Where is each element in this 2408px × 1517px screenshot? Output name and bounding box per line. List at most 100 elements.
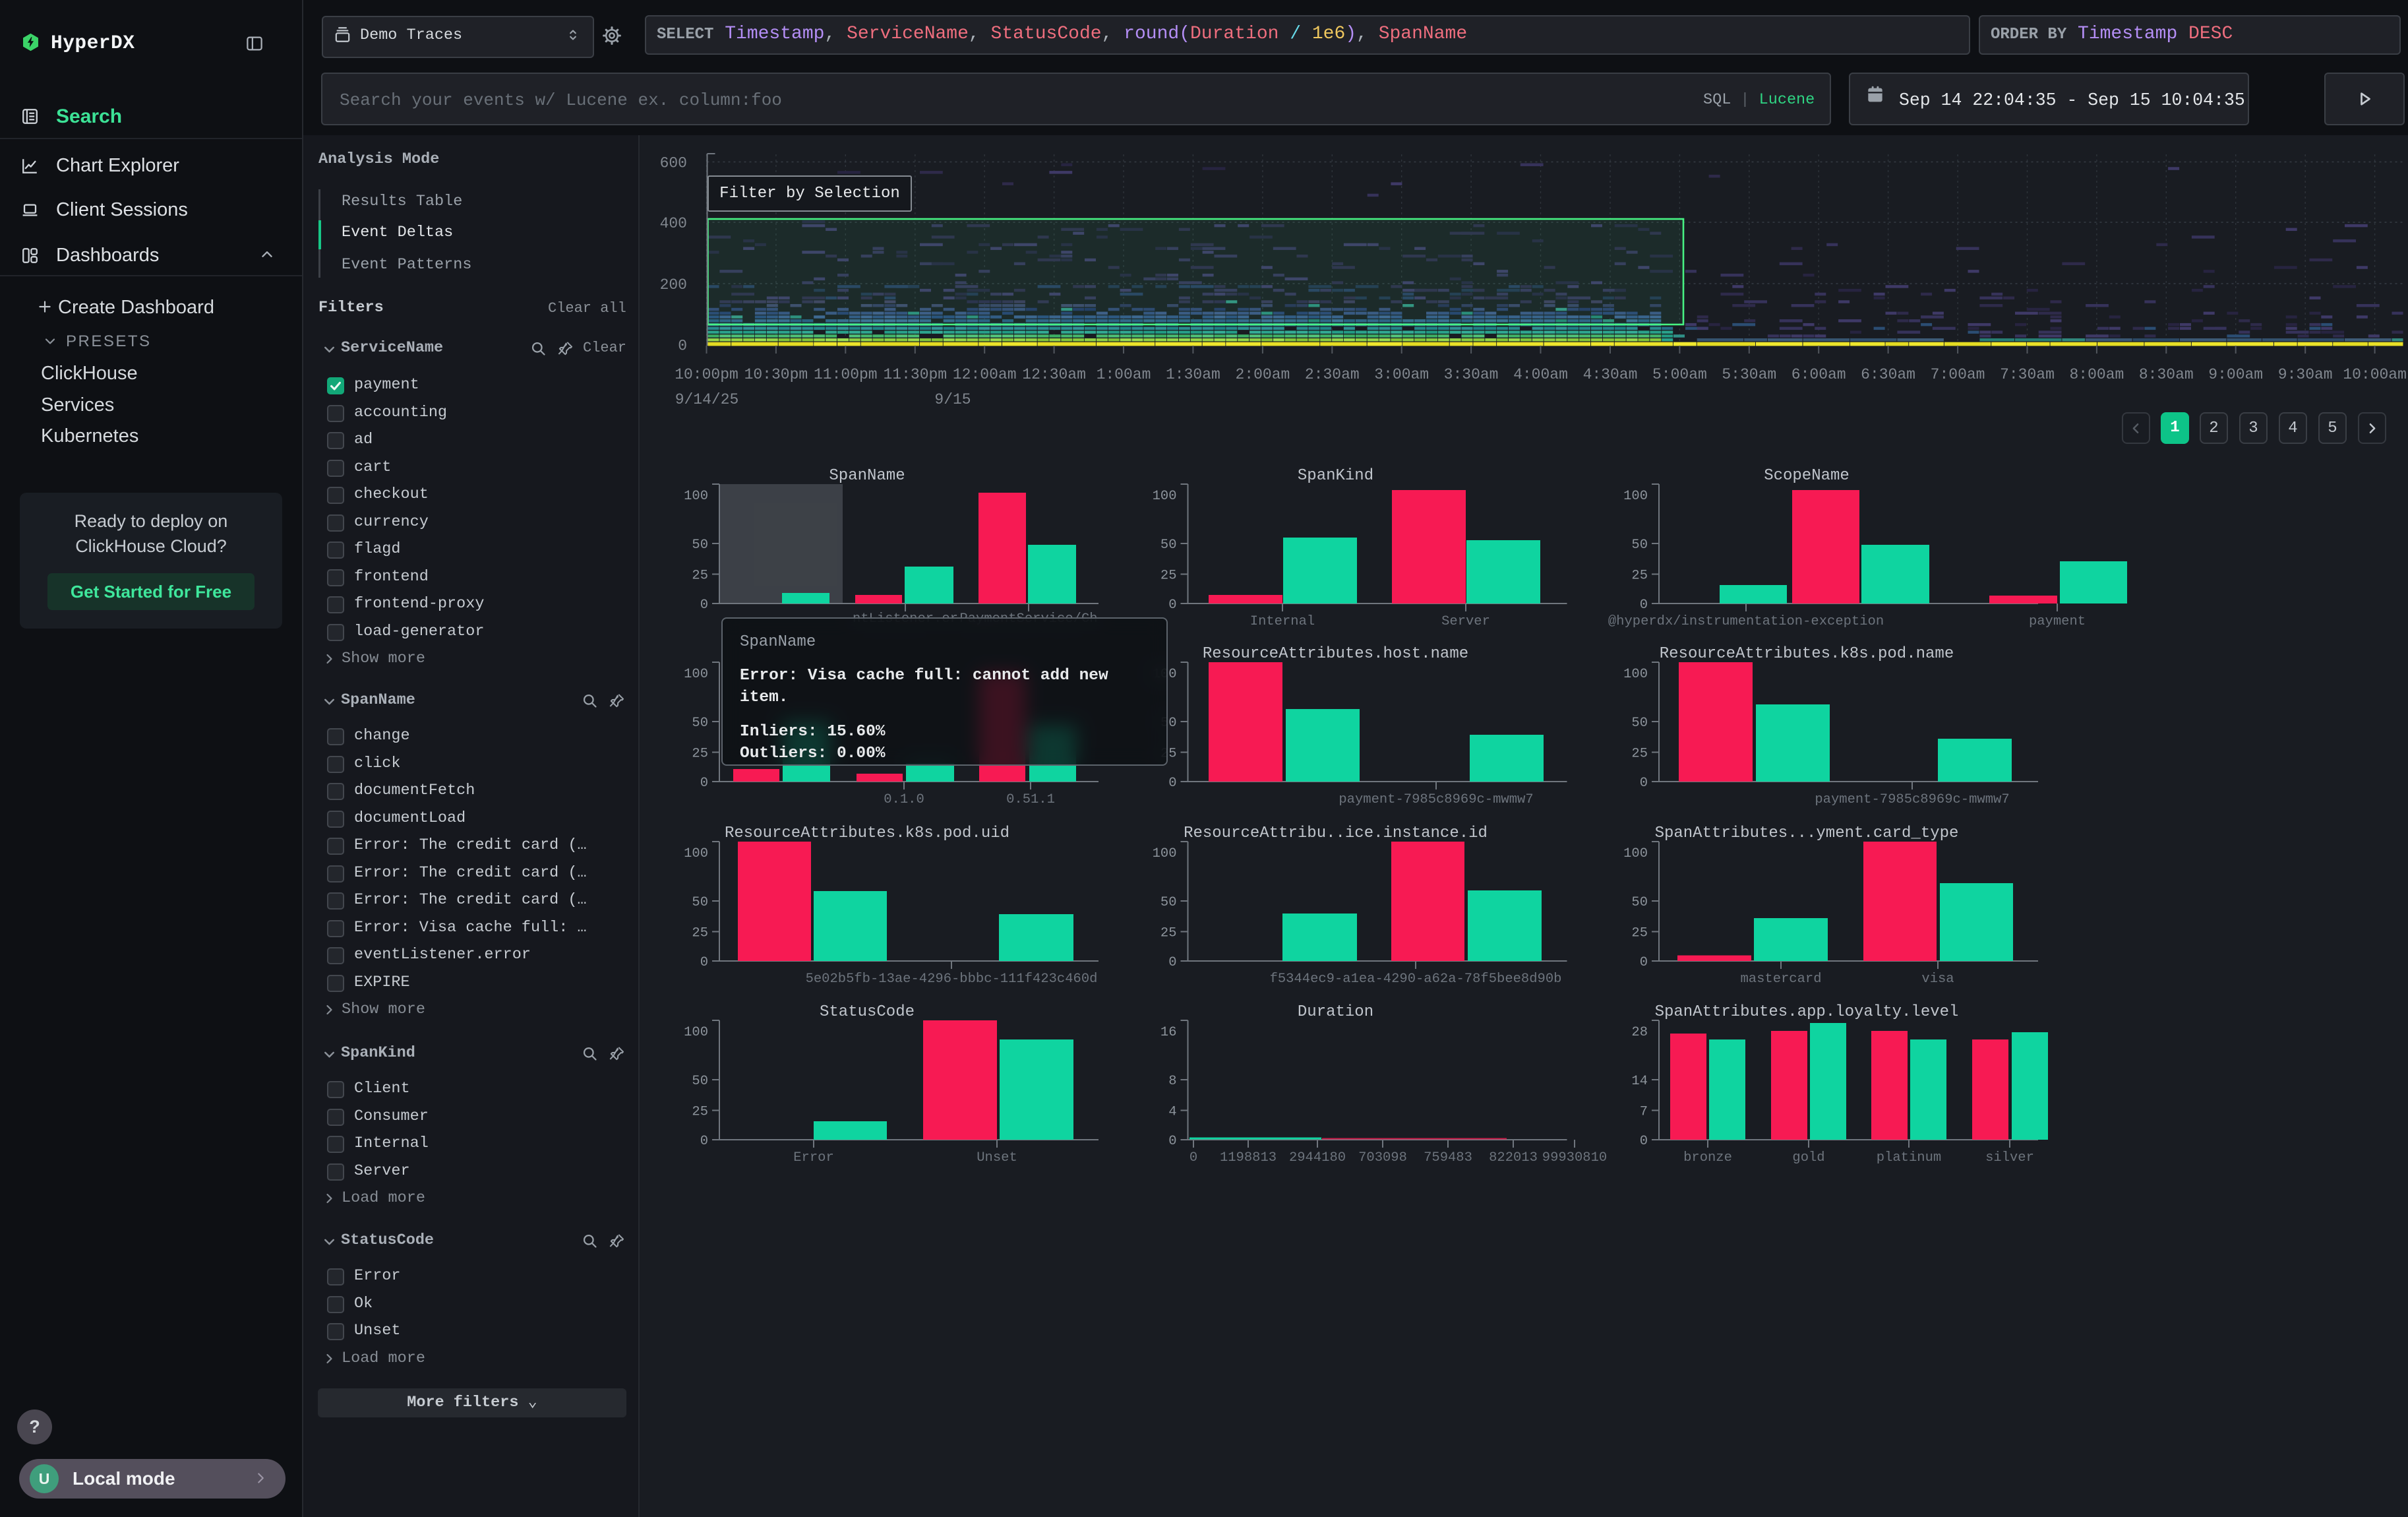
svg-text:4:30am: 4:30am [1583, 366, 1638, 383]
svg-text:10:00am: 10:00am [2343, 366, 2407, 383]
svg-text:50: 50 [692, 538, 708, 553]
svg-text:28: 28 [1631, 1025, 1648, 1040]
svg-text:9/14/25: 9/14/25 [675, 391, 739, 408]
svg-text:5:00am: 5:00am [1652, 366, 1707, 383]
svg-text:50: 50 [1160, 538, 1177, 553]
svg-text:50: 50 [1160, 895, 1177, 910]
svg-text:Error: Error [793, 1150, 834, 1165]
svg-text:25: 25 [692, 926, 708, 941]
svg-text:14: 14 [1631, 1074, 1648, 1089]
svg-text:2:30am: 2:30am [1305, 366, 1360, 383]
svg-text:400: 400 [660, 215, 687, 232]
svg-text:10:00pm: 10:00pm [675, 366, 738, 383]
svg-text:25: 25 [1631, 569, 1648, 584]
svg-text:StatusCode: StatusCode [820, 1003, 915, 1021]
svg-text:0: 0 [1189, 1150, 1197, 1165]
svg-text:0: 0 [1168, 776, 1176, 791]
svg-text:100: 100 [684, 489, 708, 504]
svg-text:100: 100 [1623, 667, 1648, 682]
svg-text:silver: silver [1985, 1150, 2034, 1165]
svg-text:4: 4 [1168, 1105, 1176, 1120]
svg-text:0.51.1: 0.51.1 [1006, 792, 1055, 807]
svg-text:12:00am: 12:00am [953, 366, 1017, 383]
svg-text:2:00am: 2:00am [1235, 366, 1290, 383]
svg-text:SpanName: SpanName [829, 467, 905, 485]
svg-text:100: 100 [1153, 489, 1177, 504]
svg-text:1:00am: 1:00am [1097, 366, 1151, 383]
svg-text:@hyperdx/instrumentation-excep: @hyperdx/instrumentation-exception [1608, 614, 1884, 629]
svg-text:0: 0 [700, 598, 708, 613]
svg-text:600: 600 [660, 155, 687, 172]
svg-text:payment-7985c8969c-mwmw7: payment-7985c8969c-mwmw7 [1815, 792, 2009, 807]
svg-text:SpanKind: SpanKind [1298, 467, 1373, 485]
svg-text:25: 25 [692, 569, 708, 584]
svg-text:9:00am: 9:00am [2208, 366, 2263, 383]
svg-text:25: 25 [692, 747, 708, 762]
svg-text:7: 7 [1640, 1105, 1648, 1120]
svg-text:Duration: Duration [1298, 1003, 1373, 1021]
svg-text:9/15: 9/15 [934, 391, 971, 408]
svg-text:100: 100 [684, 1025, 708, 1040]
svg-text:gold: gold [1792, 1150, 1824, 1165]
svg-text:50: 50 [692, 895, 708, 910]
svg-text:100: 100 [684, 667, 708, 682]
svg-text:6:30am: 6:30am [1861, 366, 1915, 383]
svg-text:SpanAttributes.app.loyalty.lev: SpanAttributes.app.loyalty.level [1655, 1003, 1959, 1021]
svg-text:0: 0 [1168, 955, 1176, 970]
svg-text:25: 25 [1631, 747, 1648, 762]
svg-text:payment: payment [2029, 614, 2086, 629]
svg-text:Server: Server [1441, 614, 1490, 629]
svg-text:100: 100 [1153, 846, 1177, 861]
svg-text:ScopeName: ScopeName [1764, 467, 1850, 485]
svg-text:0: 0 [1168, 1134, 1176, 1149]
svg-text:ResourceAttribu..ice.instance.: ResourceAttribu..ice.instance.id [1184, 824, 1488, 842]
svg-text:8:00am: 8:00am [2069, 366, 2124, 383]
svg-text:5e02b5fb-13ae-4296-bbbc-111f42: 5e02b5fb-13ae-4296-bbbc-111f423c460d [806, 972, 1098, 987]
svg-text:0: 0 [1168, 598, 1176, 613]
svg-text:703098: 703098 [1358, 1150, 1407, 1165]
svg-text:0: 0 [700, 776, 708, 791]
svg-text:bronze: bronze [1683, 1150, 1732, 1165]
svg-text:25: 25 [1631, 926, 1648, 941]
svg-text:9:30am: 9:30am [2278, 366, 2333, 383]
svg-text:ResourceAttributes.k8s.pod.nam: ResourceAttributes.k8s.pod.name [1660, 645, 1954, 663]
svg-text:7:00am: 7:00am [1931, 366, 1985, 383]
svg-text:50: 50 [692, 1074, 708, 1089]
svg-text:Unset: Unset [977, 1150, 1017, 1165]
svg-text:10:30pm: 10:30pm [744, 366, 808, 383]
svg-text:2944180: 2944180 [1289, 1150, 1346, 1165]
svg-text:0.1.0: 0.1.0 [884, 792, 924, 807]
svg-text:0: 0 [700, 1134, 708, 1149]
svg-text:100: 100 [1623, 846, 1648, 861]
svg-text:5:30am: 5:30am [1722, 366, 1776, 383]
svg-text:f5344ec9-a1ea-4290-a62a-78f5be: f5344ec9-a1ea-4290-a62a-78f5bee8d90b [1270, 972, 1562, 987]
svg-text:100: 100 [1623, 489, 1648, 504]
svg-text:11:30pm: 11:30pm [883, 366, 947, 383]
svg-text:payment-7985c8969c-mwmw7: payment-7985c8969c-mwmw7 [1339, 792, 1533, 807]
svg-text:25: 25 [1160, 569, 1177, 584]
svg-text:SpanAttributes...yment.card_ty: SpanAttributes...yment.card_type [1655, 824, 1959, 842]
svg-text:0: 0 [700, 955, 708, 970]
svg-text:16: 16 [1160, 1025, 1177, 1040]
svg-text:0: 0 [1640, 776, 1648, 791]
svg-text:platinum: platinum [1877, 1150, 1941, 1165]
svg-text:visa: visa [1921, 972, 1954, 987]
svg-text:1198813: 1198813 [1220, 1150, 1277, 1165]
svg-text:100: 100 [684, 846, 708, 861]
svg-text:50: 50 [1631, 895, 1648, 910]
svg-text:0: 0 [1640, 1134, 1648, 1149]
svg-text:200: 200 [660, 276, 687, 294]
svg-text:1:30am: 1:30am [1166, 366, 1220, 383]
svg-text:50: 50 [692, 716, 708, 731]
svg-text:0: 0 [1640, 955, 1648, 970]
svg-text:822013: 822013 [1489, 1150, 1538, 1165]
svg-text:7:30am: 7:30am [2000, 366, 2055, 383]
svg-text:mastercard: mastercard [1740, 972, 1821, 987]
svg-text:50: 50 [1631, 716, 1648, 731]
svg-text:Internal: Internal [1250, 614, 1315, 629]
svg-text:4:00am: 4:00am [1513, 366, 1568, 383]
svg-text:8:30am: 8:30am [2139, 366, 2194, 383]
svg-text:3:00am: 3:00am [1374, 366, 1429, 383]
svg-text:0: 0 [1640, 598, 1648, 613]
svg-text:8: 8 [1168, 1074, 1176, 1089]
